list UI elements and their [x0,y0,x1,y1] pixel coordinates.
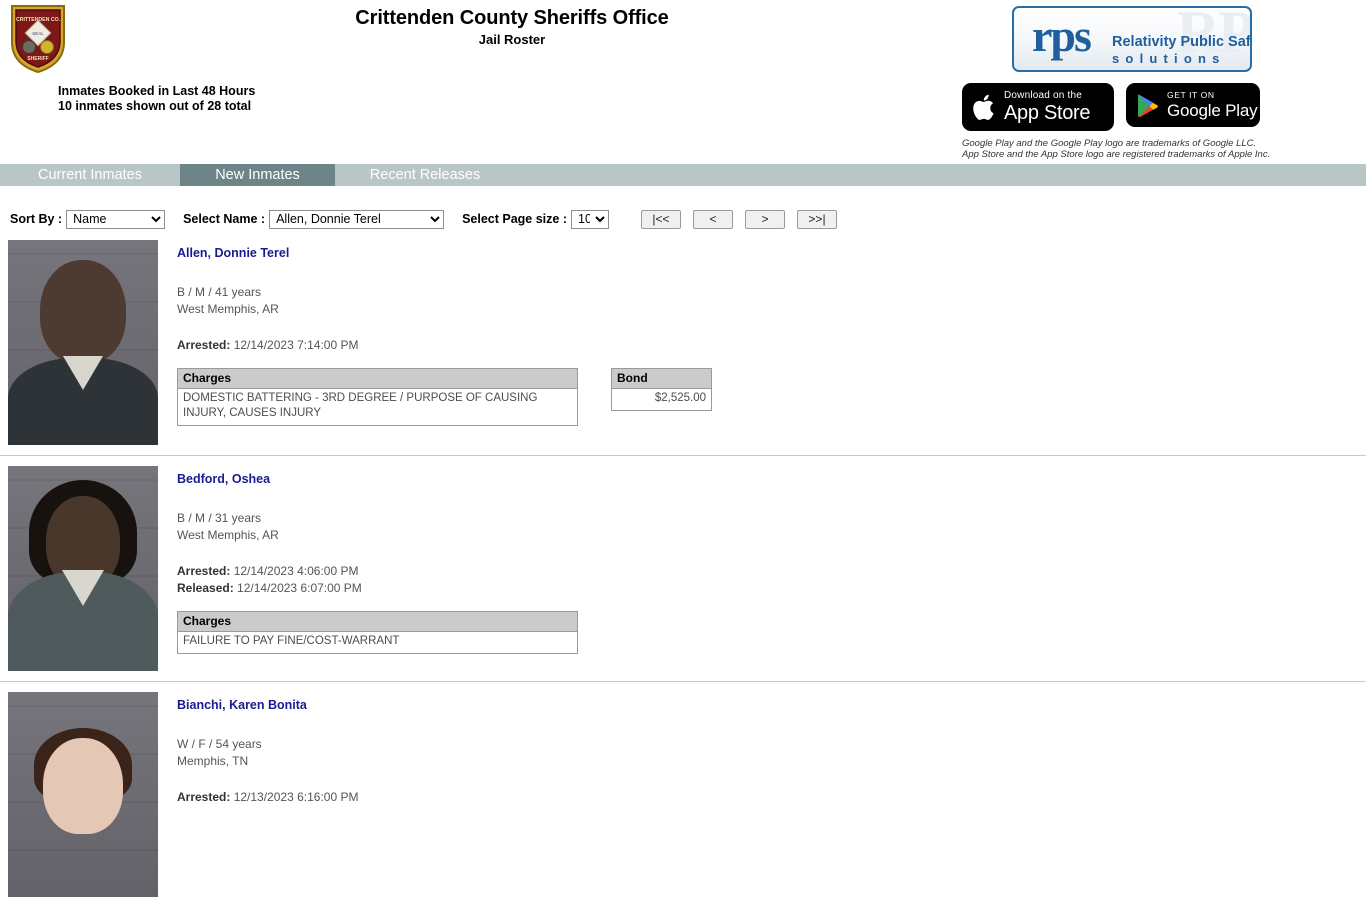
tab-current-inmates[interactable]: Current Inmates [0,164,180,186]
tab-new-inmates[interactable]: New Inmates [180,164,335,186]
app-store-big-label: App Store [1004,102,1091,124]
bond-row: $2,525.00 [612,389,712,411]
arrested-line: Arrested: 12/13/2023 6:16:00 PM [177,790,359,804]
charges-header: Charges [177,368,578,389]
inmate-demographics: W / F / 54 years [177,737,262,751]
tab-bar: Current Inmates New Inmates Recent Relea… [0,164,1366,186]
title-block: Crittenden County Sheriffs Office Jail R… [0,6,1024,48]
trademark-notice: Google Play and the Google Play logo are… [962,138,1271,160]
rps-tagline-1: Relativity Public Safety [1112,34,1251,50]
bond-amount: $2,525.00 [654,392,706,404]
inmate-details: Bedford, Oshea B / M / 31 years West Memph… [158,466,1366,671]
inmate-city: West Memphis, AR [177,527,279,542]
inmate-city: Memphis, TN [177,753,249,768]
app-store-small-label: Download on the [1004,90,1083,101]
sort-by-label: Sort By : [10,212,63,226]
arrested-line: Arrested: 12/14/2023 7:14:00 PM [177,338,359,352]
bond-table: Bond $2,525.00 [611,368,712,411]
inmate-name-link[interactable]: Bianchi, Karen Bonita [177,698,307,712]
rps-wordmark: rps [1032,10,1092,61]
charge-text: DOMESTIC BATTERING - 3RD DEGREE / PURPOS… [183,392,538,419]
next-page-button[interactable]: > [745,209,785,229]
booked-line-2: 10 inmates shown out of 28 total [58,99,252,113]
select-name-select[interactable]: Allen, Donnie Terel [269,209,445,229]
google-play-icon [1138,93,1158,117]
page-subtitle: Jail Roster [478,32,546,47]
inmate-row: Bedford, Oshea B / M / 31 years West Memph… [0,455,1366,681]
page-title: Crittenden County Sheriffs Office [355,7,669,29]
booked-line-1: Inmates Booked in Last 48 Hours [58,84,256,98]
inmate-demographics: B / M / 41 years [177,285,262,299]
first-page-button[interactable]: |<< [641,209,681,229]
inmate-mugshot[interactable] [8,692,158,897]
charge-text: FAILURE TO PAY FINE/COST-WARRANT [183,635,400,647]
last-page-button[interactable]: >>| [797,209,837,229]
page-size-label: Select Page size : [462,212,567,226]
google-play-big-label: Google Play [1167,100,1258,120]
google-play-button[interactable]: GET IT ON Google Play [1126,83,1260,127]
prev-page-button[interactable]: < [693,209,733,229]
svg-text:SHERIFF: SHERIFF [27,56,48,62]
arrested-line: Arrested: 12/14/2023 4:06:00 PM [177,564,359,578]
rps-tagline-2: solutions [1112,51,1226,66]
rps-logo[interactable]: RPS rps Relativity Public Safety solutio… [1012,6,1252,72]
charges-header: Charges [177,611,578,632]
inmate-dates: Arrested: 12/13/2023 6:16:00 PM [177,789,1366,806]
inmate-city: West Memphis, AR [177,301,279,316]
inmate-dates: Arrested: 12/14/2023 4:06:00 PM Released:… [177,563,1366,597]
app-store-button[interactable]: Download on the App Store [962,83,1114,131]
google-play-small-label: GET IT ON [1167,90,1215,101]
mugshot-face [40,260,126,364]
inmate-mugshot[interactable] [8,466,158,671]
charges-and-bond: Charges FAILURE TO PAY FINE/COST-WARRANT [177,611,1366,654]
pagination-controls: |<< < > >>| [641,209,837,229]
charges-table: Charges FAILURE TO PAY FINE/COST-WARRANT [177,611,578,654]
page-header: CRITTENDEN CO. SEAL SHERIFF Crittenden C… [0,0,1366,164]
inmate-details: Bianchi, Karen Bonita W / F / 54 years Mem… [158,692,1366,897]
mugshot-face [43,738,123,834]
filter-controls: Sort By : Name Select Name : Allen, Donn… [0,206,1366,232]
tab-recent-releases[interactable]: Recent Releases [335,164,515,186]
bond-header: Bond [611,368,712,389]
booked-summary: Inmates Booked in Last 48 Hours 10 inmat… [58,84,255,114]
released-line: Released: 12/14/2023 6:07:00 PM [177,581,362,595]
select-name-label: Select Name : [183,212,266,226]
inmate-details: Allen, Donnie Terel B / M / 41 years West … [158,240,1366,445]
page-size-select[interactable]: 10 [571,209,609,229]
charge-row: DOMESTIC BATTERING - 3RD DEGREE / PURPOS… [178,389,578,426]
inmate-row: Bianchi, Karen Bonita W / F / 54 years Mem… [0,681,1366,907]
inmate-demographics: B / M / 31 years [177,511,262,525]
apple-logo-icon [973,94,994,120]
inmate-row: Allen, Donnie Terel B / M / 41 years West … [0,240,1366,455]
inmate-roster: Allen, Donnie Terel B / M / 41 years West … [0,240,1366,907]
inmate-name-link[interactable]: Allen, Donnie Terel [177,246,289,260]
charge-row: FAILURE TO PAY FINE/COST-WARRANT [178,632,578,654]
inmate-dates: Arrested: 12/14/2023 7:14:00 PM [177,337,1366,354]
sort-by-select[interactable]: Name [66,209,166,229]
inmate-name-link[interactable]: Bedford, Oshea [177,472,270,486]
charges-and-bond: Charges DOMESTIC BATTERING - 3RD DEGREE /… [177,368,1366,426]
inmate-mugshot[interactable] [8,240,158,445]
charges-table: Charges DOMESTIC BATTERING - 3RD DEGREE /… [177,368,578,426]
